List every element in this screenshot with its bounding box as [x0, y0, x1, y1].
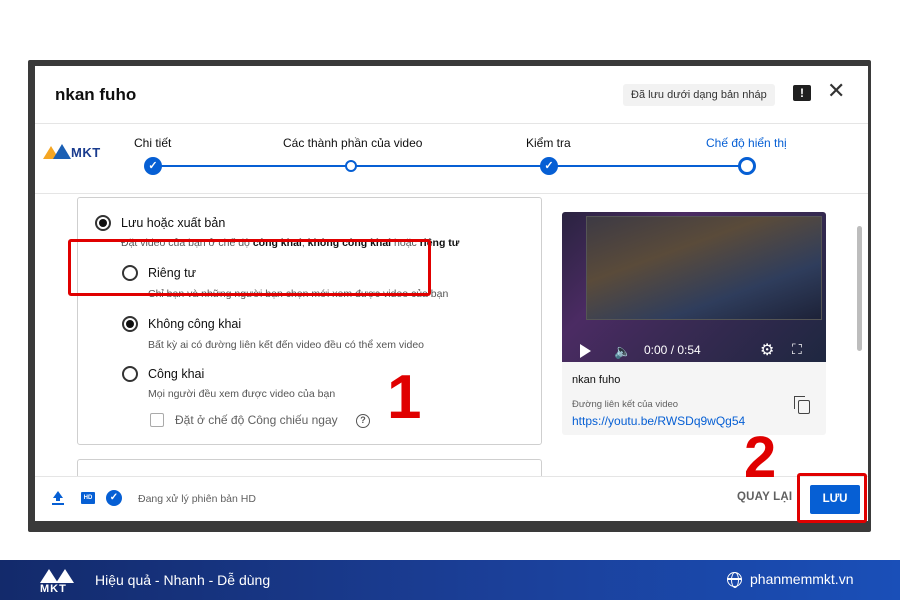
help-icon[interactable]: ? [356, 414, 370, 428]
video-player[interactable]: 🔈 0:00 / 0:54 ⚙ ⛶ [562, 212, 826, 362]
premiere-label: Đặt ở chế độ Công chiếu ngay [175, 413, 338, 427]
step-label-details[interactable]: Chi tiết [134, 136, 171, 150]
check-circle-icon: ✓ [106, 490, 122, 506]
gear-icon[interactable]: ⚙ [760, 340, 774, 360]
step-label-checks[interactable]: Kiểm tra [526, 136, 571, 150]
step-checks-check-icon[interactable]: ✓ [540, 157, 558, 175]
step-label-visibility[interactable]: Chế độ hiển thị [706, 136, 787, 150]
upload-icon [52, 491, 64, 505]
annotation-number-1: 1 [387, 362, 421, 433]
mkt-banner-logo: MKT [38, 565, 78, 595]
step-elements-node[interactable] [345, 160, 357, 172]
unlisted-label: Không công khai [148, 317, 241, 331]
step-details-check-icon[interactable]: ✓ [144, 157, 162, 175]
public-desc: Mọi người đều xem được video của bạn [148, 388, 335, 400]
video-thumbnail [586, 216, 822, 320]
mkt-logo: MKT [43, 142, 113, 162]
copy-icon[interactable] [798, 400, 810, 414]
public-label: Công khai [148, 367, 204, 381]
video-link-label: Đường liên kết của video [572, 399, 678, 410]
video-time: 0:00 / 0:54 [644, 343, 701, 357]
fullscreen-icon[interactable]: ⛶ [792, 341, 802, 358]
upload-stepper: MKT Chi tiết ✓ Các thành phần của video … [35, 124, 868, 194]
banner-slogan: Hiệu quả - Nhanh - Dễ dùng [95, 572, 270, 588]
stepper-track [153, 165, 746, 167]
close-icon[interactable]: ✕ [827, 80, 845, 102]
step-label-elements[interactable]: Các thành phần của video [283, 136, 422, 150]
globe-icon [727, 572, 742, 587]
dialog-header: nkan fuho Đã lưu dưới dạng bản nháp ! ✕ [35, 66, 868, 124]
public-radio[interactable] [122, 366, 138, 382]
volume-icon[interactable]: 🔈 [614, 343, 631, 360]
scrollbar[interactable] [857, 226, 862, 351]
back-button[interactable]: QUAY LẠI [737, 491, 792, 503]
video-name: nkan fuho [572, 374, 620, 386]
banner-site[interactable]: phanmemmkt.vn [750, 571, 853, 587]
video-link[interactable]: https://youtu.be/RWSDq9wQg54 [572, 414, 745, 428]
hd-icon: HD [81, 492, 95, 504]
video-preview-card: 🔈 0:00 / 0:54 ⚙ ⛶ nkan fuho Đường liên k… [562, 212, 826, 435]
draft-status-badge: Đã lưu dưới dạng bản nháp [623, 84, 775, 106]
save-publish-radio[interactable] [95, 215, 111, 231]
premiere-checkbox[interactable] [150, 413, 164, 427]
video-controls: 🔈 0:00 / 0:54 ⚙ ⛶ [562, 340, 826, 362]
unlisted-radio[interactable] [122, 316, 138, 332]
save-publish-label: Lưu hoặc xuất bản [121, 216, 225, 230]
unlisted-desc: Bất kỳ ai có đường liên kết đến video đề… [148, 339, 424, 351]
feedback-icon[interactable]: ! [793, 85, 811, 101]
save-publish-card: Lưu hoặc xuất bản Đặt video của bạn ở ch… [77, 197, 542, 445]
play-icon[interactable] [580, 344, 591, 358]
promo-banner: MKT Hiệu quả - Nhanh - Dễ dùng phanmemmk… [0, 560, 900, 600]
unlisted-highlight-box [68, 239, 431, 296]
save-highlight-box [797, 473, 867, 523]
dialog-title: nkan fuho [55, 85, 136, 105]
processing-status: Đang xử lý phiên bản HD [138, 493, 256, 505]
step-visibility-node[interactable] [738, 157, 756, 175]
annotation-number-2: 2 [744, 424, 776, 491]
